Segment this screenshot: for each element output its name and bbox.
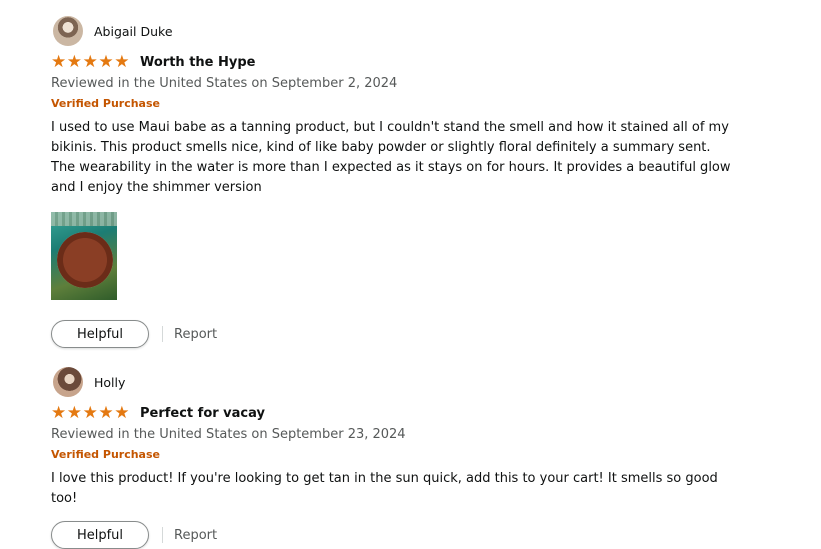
star-icon: ★ [114,51,130,72]
reviewer-name[interactable]: Holly [94,375,125,390]
helpful-button[interactable]: Helpful [51,521,149,549]
star-icon: ★ [66,51,83,72]
helpful-button[interactable]: Helpful [51,320,149,348]
review-card: Abigail Duke ★ ★ ★ ★ ★ Worth the Hype Re… [51,15,751,348]
avatar[interactable] [53,16,83,46]
star-icon: ★ [98,402,114,423]
review-actions: Helpful Report [51,320,751,348]
verified-purchase-badge[interactable]: Verified Purchase [51,96,751,111]
review-body: I love this product! If you're looking t… [51,471,718,506]
star-rating[interactable]: ★ ★ ★ ★ ★ [51,402,130,423]
star-icon: ★ [82,51,98,72]
review-title-row: ★ ★ ★ ★ ★ Worth the Hype [51,52,751,72]
review-date: Reviewed in the United States on Septemb… [51,427,406,442]
star-icon: ★ [51,402,67,423]
star-rating[interactable]: ★ ★ ★ ★ ★ [51,51,130,72]
reviewer-profile[interactable]: Abigail Duke [51,15,751,47]
reviewer-name[interactable]: Abigail Duke [94,24,173,39]
product-jar-image [57,232,113,288]
star-icon: ★ [82,402,98,423]
image-background-detail [51,212,117,226]
review-title[interactable]: Worth the Hype [140,55,256,70]
review-title[interactable]: Perfect for vacay [140,406,265,421]
review-card: Holly ★ ★ ★ ★ ★ Perfect for vacay Review… [51,366,751,549]
star-icon: ★ [98,51,114,72]
star-icon: ★ [114,402,130,423]
report-link[interactable]: Report [174,327,217,342]
review-body: I used to use Maui babe as a tanning pro… [51,120,731,195]
reviewer-profile[interactable]: Holly [51,366,751,398]
review-image-thumbnail[interactable] [51,212,117,300]
avatar[interactable] [53,367,83,397]
review-title-row: ★ ★ ★ ★ ★ Perfect for vacay [51,403,751,423]
verified-purchase-badge[interactable]: Verified Purchase [51,447,751,462]
action-divider [162,326,163,342]
review-date: Reviewed in the United States on Septemb… [51,76,398,91]
star-icon: ★ [66,402,83,423]
report-link[interactable]: Report [174,528,217,543]
review-actions: Helpful Report [51,521,751,549]
star-icon: ★ [51,51,67,72]
